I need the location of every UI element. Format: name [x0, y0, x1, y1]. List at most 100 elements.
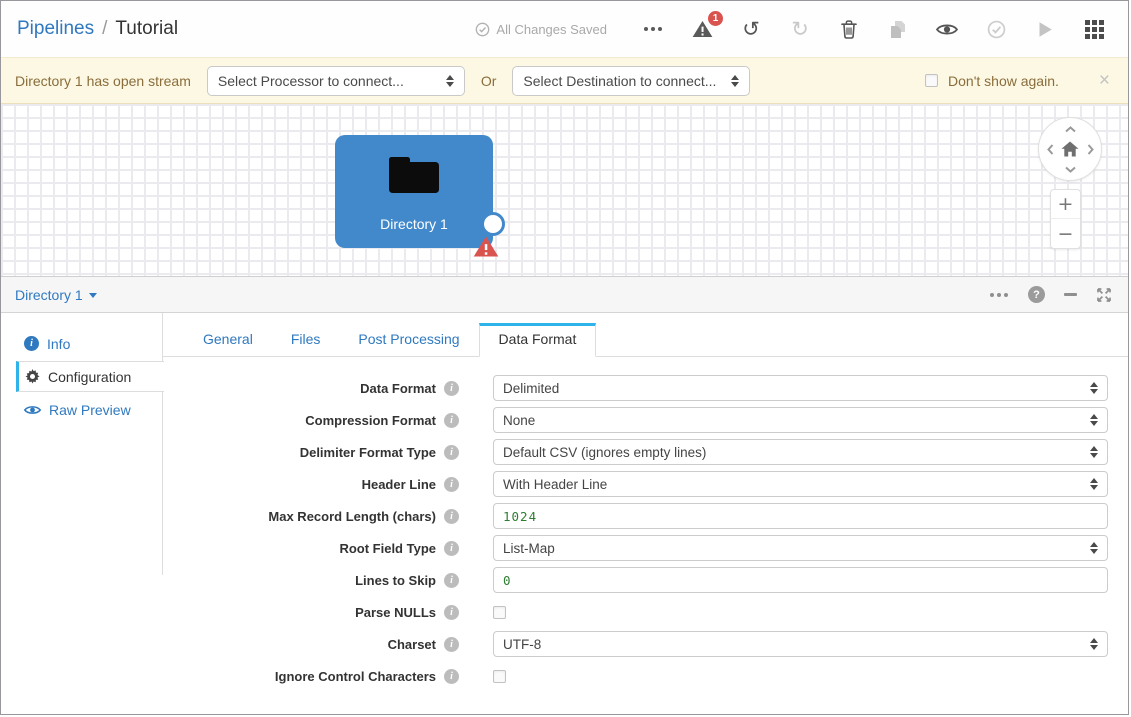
form-row-root-field-type: Root Field TypeiList-Map — [163, 535, 1108, 561]
root-field-type-select[interactable]: List-Map — [493, 535, 1108, 561]
undo-icon: ↺ — [742, 19, 760, 40]
info-icon[interactable]: i — [444, 509, 459, 524]
dont-show-again-checkbox[interactable] — [925, 74, 938, 87]
field-control — [493, 567, 1108, 593]
validate-check-icon — [987, 20, 1006, 39]
redo-button[interactable]: ↻ — [788, 17, 812, 41]
check-circle-icon — [475, 22, 490, 37]
notice-message: Directory 1 has open stream — [15, 73, 191, 89]
tab-files[interactable]: Files — [272, 324, 340, 356]
max-record-length-chars-input[interactable] — [493, 503, 1108, 529]
select-stepper-icon — [1090, 478, 1098, 490]
processor-connect-select[interactable]: Select Processor to connect... — [207, 66, 465, 96]
stage-node-directory[interactable]: Directory 1 — [335, 135, 493, 248]
tab-data-format[interactable]: Data Format — [479, 323, 597, 357]
stage-error-icon[interactable] — [473, 235, 499, 258]
detail-panel-body: iInfo Configuration Raw Preview GeneralFil… — [1, 313, 1128, 714]
config-tabbar: GeneralFilesPost ProcessingData Format — [163, 313, 1128, 357]
info-icon: i — [24, 336, 39, 351]
delete-button[interactable] — [837, 17, 861, 41]
top-header: Pipelines / Tutorial All Changes Saved 1… — [1, 1, 1128, 57]
form-row-max-record-length-chars: Max Record Length (chars) i — [163, 503, 1108, 529]
sidebar-item-info[interactable]: iInfo — [16, 328, 163, 359]
help-icon[interactable]: ? — [1028, 286, 1045, 303]
sidebar-item-raw-preview[interactable]: Raw Preview — [16, 394, 163, 425]
issues-button[interactable]: 1 — [690, 17, 714, 41]
field-control: Delimited — [493, 375, 1108, 401]
more-actions-button[interactable] — [641, 17, 665, 41]
validate-button[interactable] — [984, 17, 1008, 41]
field-label: Ignore Control Characters — [163, 669, 436, 684]
detail-panel-header: Directory 1 ? — [1, 276, 1128, 313]
header-line-select[interactable]: With Header Line — [493, 471, 1108, 497]
stage-library-button[interactable] — [1082, 17, 1106, 41]
field-label: Delimiter Format Type — [163, 445, 436, 460]
pipeline-canvas[interactable]: Directory 1 + − — [1, 104, 1128, 276]
home-icon[interactable] — [1061, 141, 1080, 158]
info-icon[interactable]: i — [444, 381, 459, 396]
panel-more-button[interactable] — [989, 285, 1009, 305]
info-icon[interactable]: i — [444, 413, 459, 428]
info-icon[interactable]: i — [444, 669, 459, 684]
tab-general[interactable]: General — [184, 324, 272, 356]
chevron-down-icon — [89, 293, 97, 298]
delimiter-format-type-select[interactable]: Default CSV (ignores empty lines) — [493, 439, 1108, 465]
compression-format-select[interactable]: None — [493, 407, 1108, 433]
form-row-compression-format: Compression FormatiNone — [163, 407, 1108, 433]
output-port[interactable] — [481, 212, 505, 236]
breadcrumb-separator: / — [102, 18, 107, 40]
pan-down-chevron-icon[interactable] — [1064, 163, 1076, 175]
pan-up-chevron-icon[interactable] — [1064, 123, 1076, 135]
undo-button[interactable]: ↺ — [739, 17, 763, 41]
ellipsis-icon — [644, 27, 662, 31]
data-format-select[interactable]: Delimited — [493, 375, 1108, 401]
breadcrumb-pipelines-link[interactable]: Pipelines — [17, 18, 94, 40]
info-icon[interactable]: i — [444, 541, 459, 556]
processor-connect-value: Select Processor to connect... — [218, 73, 404, 89]
sidebar-item-label: Configuration — [48, 369, 131, 385]
select-value: With Header Line — [503, 477, 607, 492]
stage-node-label: Directory 1 — [335, 216, 493, 232]
zoom-in-button[interactable]: + — [1051, 190, 1080, 219]
duplicate-button[interactable] — [886, 17, 910, 41]
or-label: Or — [481, 73, 497, 89]
field-label: Max Record Length (chars) — [163, 509, 436, 524]
field-control — [493, 503, 1108, 529]
expand-icon[interactable] — [1096, 287, 1112, 303]
ignore-control-characters-checkbox[interactable] — [493, 670, 506, 683]
pan-right-chevron-icon[interactable] — [1084, 143, 1096, 155]
info-icon[interactable]: i — [444, 573, 459, 588]
field-control: With Header Line — [493, 471, 1108, 497]
panel-content: GeneralFilesPost ProcessingData Format D… — [163, 313, 1128, 714]
info-icon[interactable]: i — [444, 605, 459, 620]
stage-menu-button[interactable]: Directory 1 — [15, 287, 97, 303]
pan-left-chevron-icon[interactable] — [1044, 143, 1056, 155]
info-icon[interactable]: i — [444, 637, 459, 652]
close-icon[interactable]: × — [1095, 71, 1114, 90]
select-stepper-icon — [1090, 542, 1098, 554]
parse-nulls-checkbox[interactable] — [493, 606, 506, 619]
field-control — [493, 670, 1108, 683]
info-icon[interactable]: i — [444, 445, 459, 460]
start-button[interactable] — [1033, 17, 1057, 41]
destination-connect-select[interactable]: Select Destination to connect... — [512, 66, 750, 96]
canvas-zoom-control: + − — [1050, 189, 1081, 249]
save-status-label: All Changes Saved — [496, 22, 607, 37]
panel-sidebar: iInfo Configuration Raw Preview — [1, 313, 163, 714]
trash-icon — [841, 20, 857, 39]
preview-button[interactable] — [935, 17, 959, 41]
charset-select[interactable]: UTF-8 — [493, 631, 1108, 657]
tab-post-processing[interactable]: Post Processing — [339, 324, 478, 356]
field-control: None — [493, 407, 1108, 433]
zoom-out-button[interactable]: − — [1051, 219, 1080, 248]
destination-connect-value: Select Destination to connect... — [523, 73, 716, 89]
select-value: Delimited — [503, 381, 559, 396]
open-stream-notice: Directory 1 has open stream Select Proce… — [1, 57, 1128, 104]
info-icon[interactable]: i — [444, 477, 459, 492]
lines-to-skip-input[interactable] — [493, 567, 1108, 593]
eye-icon — [936, 22, 958, 37]
sidebar-item-label: Raw Preview — [49, 402, 131, 418]
sidebar-item-configuration[interactable]: Configuration — [16, 361, 164, 392]
eye-icon — [24, 404, 41, 416]
minimize-icon[interactable] — [1064, 293, 1077, 296]
